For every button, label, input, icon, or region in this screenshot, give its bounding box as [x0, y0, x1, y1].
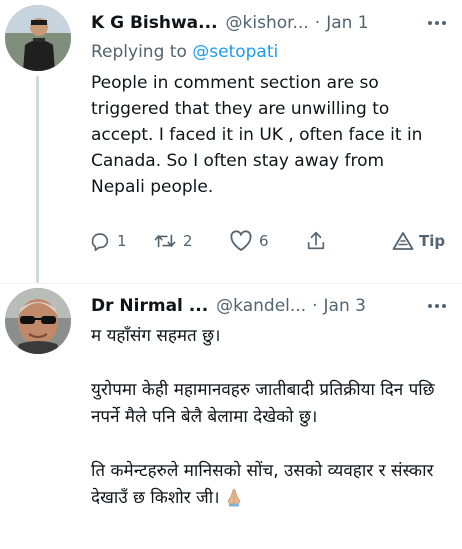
author-name[interactable]: Dr Nirmal ...: [91, 296, 208, 316]
tweet-text-content: People in comment section are so trigger…: [91, 73, 423, 197]
tweet-date[interactable]: Jan 3: [324, 296, 366, 316]
thread-line: [36, 76, 39, 283]
like-button[interactable]: 6: [229, 230, 305, 252]
tip-label: Tip: [419, 232, 446, 250]
tweet-date[interactable]: Jan 1: [326, 13, 368, 33]
tweet-actions: 1 2 6 Tip: [89, 226, 449, 256]
avatar-image: [5, 288, 71, 354]
separator-dot: ·: [312, 296, 318, 316]
author-handle[interactable]: @kandel...: [216, 296, 306, 316]
tweet-kg-bishwa[interactable]: K G Bishwa... @kishor... · Jan 1 Replying t…: [0, 0, 462, 283]
retweet-button[interactable]: 2: [153, 230, 229, 252]
like-count: 6: [259, 232, 269, 250]
tweet-header: Dr Nirmal ... @kandel... · Jan 3: [91, 293, 450, 319]
avatar[interactable]: [5, 5, 71, 71]
tweet-paragraph-text: ति कमेन्टहरुले मानिसको सोंच, उसको व्यवहा…: [91, 461, 434, 508]
tip-icon: [392, 232, 414, 250]
folded-hands-emoji: [227, 488, 240, 507]
reply-count: 1: [117, 232, 127, 250]
more-icon[interactable]: [424, 10, 450, 36]
retweet-icon: [154, 234, 176, 248]
tweet-paragraph: म यहाँसंग सहमत छु।: [91, 326, 221, 346]
more-icon[interactable]: [424, 293, 450, 319]
reply-icon: [91, 233, 109, 251]
tweet-paragraph-last: ति कमेन्टहरुले मानिसको सोंच, उसको व्यवहा…: [91, 458, 441, 512]
replying-label: Replying to: [91, 42, 187, 62]
heart-icon: [230, 230, 252, 251]
mention-link[interactable]: @setopati: [192, 42, 278, 62]
tweet-paragraph: युरोपमा केही महामानवहरु जातीबादी प्रतिक्…: [91, 380, 435, 427]
reply-button[interactable]: 1: [89, 230, 153, 252]
retweet-count: 2: [183, 232, 193, 250]
tweet-header: K G Bishwa... @kishor... · Jan 1: [91, 10, 450, 36]
tweet-dr-nirmal[interactable]: Dr Nirmal ... @kandel... · Jan 3 म यहाँसंग …: [0, 283, 462, 549]
avatar[interactable]: [5, 288, 71, 354]
tweet-text: म यहाँसंग सहमत छु। युरोपमा केही महामानवह…: [91, 323, 441, 512]
separator-dot: ·: [314, 13, 321, 33]
share-button[interactable]: [305, 230, 391, 252]
tweet-text: People in comment section are so trigger…: [91, 70, 441, 200]
avatar-image: [5, 5, 71, 71]
tip-button[interactable]: Tip: [391, 230, 445, 252]
author-name[interactable]: K G Bishwa...: [91, 13, 218, 33]
author-handle[interactable]: @kishor...: [226, 13, 309, 33]
share-icon: [307, 231, 325, 250]
replying-to: Replying to @setopati: [91, 40, 278, 64]
